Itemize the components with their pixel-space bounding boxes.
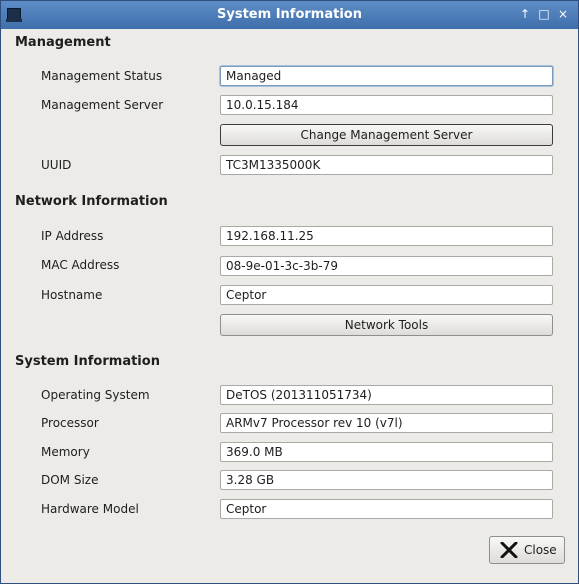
- network-tools-button[interactable]: Network Tools: [220, 314, 553, 336]
- ip-address-field[interactable]: 192.168.11.25: [220, 226, 553, 246]
- hostname-label: Hostname: [41, 288, 103, 302]
- close-x-icon: [500, 541, 518, 561]
- close-button[interactable]: Close: [489, 536, 565, 564]
- uuid-label: UUID: [41, 158, 72, 172]
- hardware-model-label: Hardware Model: [41, 502, 139, 516]
- system-information-dialog: System Information ↑ □ × Management Mana…: [0, 0, 579, 584]
- hostname-field[interactable]: Ceptor: [220, 285, 553, 305]
- pin-icon[interactable]: ↑: [518, 6, 532, 22]
- ip-address-label: IP Address: [41, 229, 104, 243]
- management-status-label: Management Status: [41, 69, 163, 83]
- network-information-heading: Network Information: [15, 194, 168, 209]
- dom-size-label: DOM Size: [41, 473, 99, 487]
- operating-system-field[interactable]: DeTOS (201311051734): [220, 385, 553, 405]
- title-bar[interactable]: System Information ↑ □ ×: [1, 1, 578, 29]
- mac-address-label: MAC Address: [41, 258, 120, 272]
- processor-field[interactable]: ARMv7 Processor rev 10 (v7l): [220, 413, 553, 433]
- uuid-field[interactable]: TC3M1335000K: [220, 155, 553, 175]
- management-heading: Management: [15, 35, 111, 50]
- dom-size-field[interactable]: 3.28 GB: [220, 470, 553, 490]
- management-server-label: Management Server: [41, 98, 164, 112]
- management-status-field[interactable]: Managed: [220, 66, 553, 86]
- change-management-server-button[interactable]: Change Management Server: [220, 124, 553, 146]
- management-server-field[interactable]: 10.0.15.184: [220, 95, 553, 115]
- memory-field[interactable]: 369.0 MB: [220, 442, 553, 462]
- maximize-icon[interactable]: □: [537, 6, 551, 22]
- close-button-label: Close: [524, 543, 557, 557]
- system-information-heading: System Information: [15, 354, 160, 369]
- mac-address-field[interactable]: 08-9e-01-3c-3b-79: [220, 256, 553, 276]
- window-title: System Information: [217, 7, 362, 22]
- hardware-model-field[interactable]: Ceptor: [220, 499, 553, 519]
- processor-label: Processor: [41, 416, 99, 430]
- memory-label: Memory: [41, 445, 90, 459]
- operating-system-label: Operating System: [41, 388, 150, 402]
- close-icon[interactable]: ×: [556, 6, 570, 22]
